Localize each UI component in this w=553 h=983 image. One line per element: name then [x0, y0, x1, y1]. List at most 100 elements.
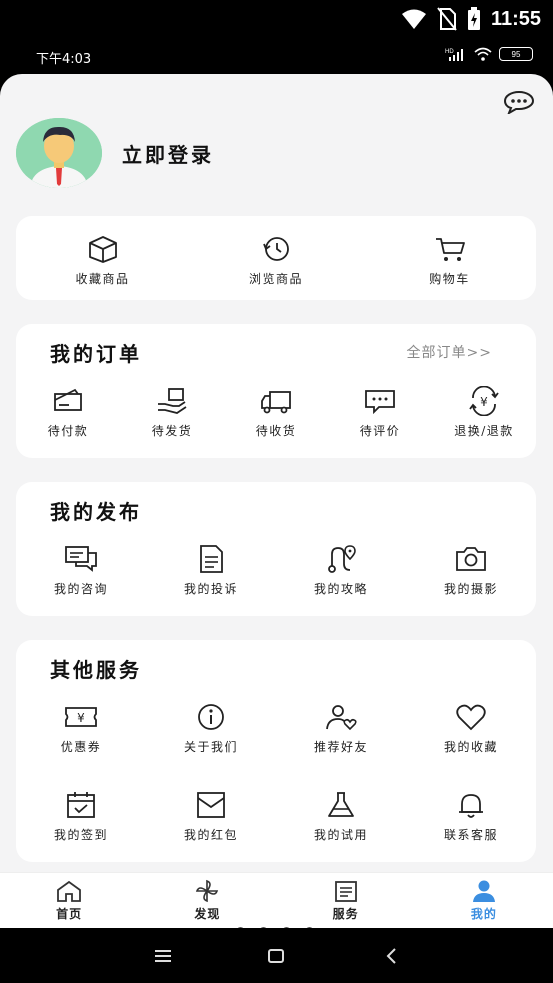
quick-item-label: 购物车 — [429, 272, 470, 286]
order-label: 待发货 — [151, 424, 193, 438]
ship-icon — [158, 388, 187, 414]
quick-item-cart[interactable]: 购物车 — [363, 234, 536, 287]
tab-label: 首页 — [56, 907, 83, 921]
route-icon — [328, 545, 356, 573]
service-label: 推荐好友 — [313, 740, 368, 754]
order-refund[interactable]: ¥ 退换/退款 — [432, 386, 536, 439]
orders-card: 我的订单 全部订单>> 待付款 待发货 待收货 待评价 ¥ 退换/退款 — [16, 324, 536, 458]
service-label: 联系客服 — [443, 828, 498, 842]
services-title: 其他服务 — [50, 658, 142, 682]
tab-home[interactable]: 首页 — [0, 873, 138, 928]
order-label: 待付款 — [47, 424, 89, 438]
tab-mine[interactable]: 我的 — [415, 873, 553, 928]
order-pending-payment[interactable]: 待付款 — [16, 386, 120, 439]
back-icon[interactable] — [380, 944, 404, 968]
order-pending-receipt[interactable]: 待收货 — [224, 386, 328, 439]
bottom-tab-bar: 首页 发现 服务 我的 — [0, 872, 553, 928]
comment-icon — [365, 390, 395, 415]
envelope-icon — [197, 792, 225, 818]
service-contact-support[interactable]: 联系客服 — [406, 790, 536, 843]
publish-title: 我的发布 — [50, 500, 142, 524]
services-card: 其他服务 ¥ 优惠券 关于我们 推荐好友 我的收藏 我的签到 我的红包 我的试用… — [16, 640, 536, 862]
home-icon — [57, 880, 82, 902]
order-pending-review[interactable]: 待评价 — [328, 386, 432, 439]
info-icon — [198, 704, 224, 730]
publish-card: 我的发布 我的咨询 我的投诉 我的攻略 我的摄影 — [16, 482, 536, 616]
history-icon — [263, 237, 289, 261]
status-time: 下午4:03 — [36, 52, 92, 67]
quick-item-browsed[interactable]: 浏览商品 — [189, 234, 363, 287]
service-refer-friend[interactable]: 推荐好友 — [276, 702, 406, 755]
truck-icon — [261, 391, 291, 414]
publish-label: 我的摄影 — [443, 582, 498, 596]
order-label: 退换/退款 — [454, 424, 514, 438]
coupon-icon: ¥ — [65, 707, 97, 727]
service-red-packet[interactable]: 我的红包 — [146, 790, 276, 843]
wallet-icon — [54, 388, 82, 411]
tab-label: 我的 — [470, 907, 497, 921]
tab-service[interactable]: 服务 — [277, 873, 415, 928]
publish-label: 我的投诉 — [183, 582, 238, 596]
system-navigation-bar — [0, 928, 553, 983]
default-avatar-icon — [16, 118, 102, 188]
order-label: 待收货 — [255, 424, 297, 438]
service-label: 我的收藏 — [443, 740, 498, 754]
service-favorites[interactable]: 我的收藏 — [406, 702, 536, 755]
refund-icon: ¥ — [469, 386, 499, 416]
publish-label: 我的咨询 — [53, 582, 108, 596]
all-orders-link[interactable]: 全部订单>> — [407, 342, 492, 362]
service-about[interactable]: 关于我们 — [146, 702, 276, 755]
camera-icon — [456, 547, 486, 571]
publish-photo[interactable]: 我的摄影 — [406, 544, 536, 597]
order-pending-shipment[interactable]: 待发货 — [120, 386, 224, 439]
app-status-bar: 下午4:03 HD 95 — [0, 38, 553, 78]
avatar[interactable] — [16, 118, 102, 188]
service-label: 我的红包 — [183, 828, 238, 842]
service-label: 关于我们 — [183, 740, 238, 754]
tab-label: 发现 — [194, 907, 221, 921]
calendar-check-icon — [67, 792, 95, 818]
service-label: 优惠券 — [60, 740, 102, 754]
chat-icon — [65, 546, 97, 572]
service-coupon[interactable]: ¥ 优惠券 — [16, 702, 146, 755]
no-sim-icon — [437, 7, 457, 31]
document-icon — [200, 545, 223, 573]
pinwheel-icon — [196, 879, 219, 903]
profile-header[interactable]: 立即登录 — [16, 118, 214, 188]
service-label: 我的签到 — [53, 828, 108, 842]
flask-icon — [328, 792, 354, 817]
bell-icon — [459, 794, 483, 818]
orders-title: 我的订单 — [50, 342, 142, 366]
publish-label: 我的攻略 — [313, 582, 368, 596]
user-heart-icon — [326, 705, 357, 731]
quick-item-label: 收藏商品 — [75, 272, 130, 286]
service-label: 我的试用 — [313, 828, 368, 842]
system-clock: 11:55 — [490, 7, 541, 30]
publish-guide[interactable]: 我的攻略 — [276, 544, 406, 597]
tab-discover[interactable]: 发现 — [138, 873, 276, 928]
publish-consult[interactable]: 我的咨询 — [16, 544, 146, 597]
message-icon[interactable] — [503, 90, 535, 114]
order-label: 待评价 — [359, 424, 401, 438]
wifi-small-icon — [474, 47, 492, 61]
signal-icon: HD — [445, 49, 463, 61]
svg-text:¥: ¥ — [480, 395, 488, 409]
system-status-bar: 11:55 — [0, 0, 553, 38]
publish-complaint[interactable]: 我的投诉 — [146, 544, 276, 597]
list-icon — [334, 881, 357, 902]
service-checkin[interactable]: 我的签到 — [16, 790, 146, 843]
quick-item-favorites[interactable]: 收藏商品 — [16, 234, 189, 287]
battery-indicator: 95 — [499, 47, 533, 61]
svg-text:HD: HD — [445, 49, 454, 55]
svg-text:¥: ¥ — [77, 711, 85, 725]
menu-icon[interactable] — [151, 944, 175, 968]
service-trial[interactable]: 我的试用 — [276, 790, 406, 843]
wifi-icon — [401, 9, 426, 29]
tab-label: 服务 — [332, 907, 359, 921]
user-icon — [472, 880, 495, 902]
box-icon — [88, 236, 117, 263]
heart-icon — [456, 704, 486, 731]
app-screen: 立即登录 收藏商品 浏览商品 购物车 我的订单 全部订单>> 待付款 待发货 待… — [0, 74, 553, 928]
login-link[interactable]: 立即登录 — [122, 139, 214, 168]
home-square-icon[interactable] — [264, 944, 288, 968]
